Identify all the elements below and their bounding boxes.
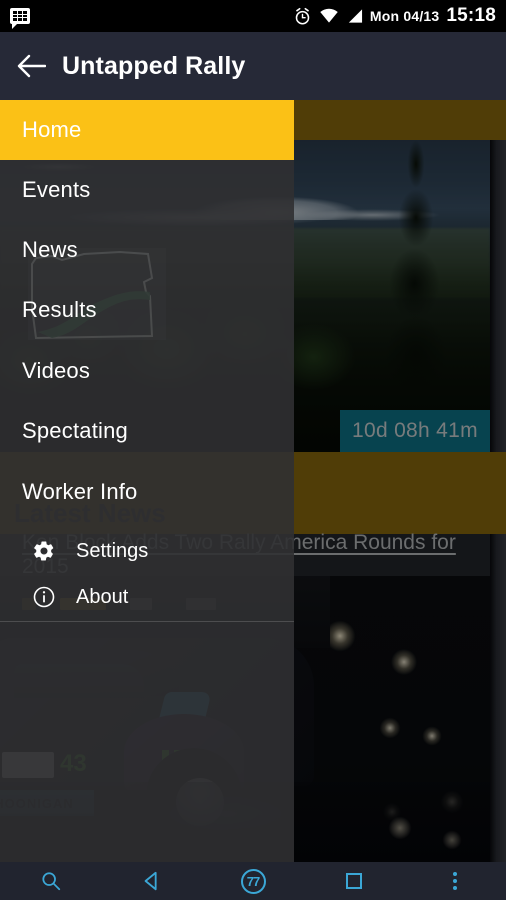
home-button-badge: 77 [240,868,266,894]
sidebar-item-results[interactable]: Results [0,280,294,340]
sidebar-item-label: Spectating [22,418,128,443]
sidebar-item-worker-info[interactable]: Worker Info [0,462,294,522]
sidebar-item-news[interactable]: News [0,220,294,280]
app-bar: Untapped Rally [0,32,506,100]
sidebar-item-settings[interactable]: Settings [0,528,294,574]
sidebar-subitem-label: Settings [76,539,149,562]
back-arrow-icon[interactable] [0,32,62,100]
sidebar-item-label: Results [22,297,97,322]
sidebar-item-videos[interactable]: Videos [0,341,294,401]
navigation-drawer: Home Events News Results Videos Spectati… [0,100,294,862]
recents-square [346,873,363,889]
page-title: Untapped Rally [62,51,246,80]
recents-icon[interactable] [304,862,405,900]
gear-icon [30,537,58,565]
back-icon[interactable] [101,862,202,900]
home-icon[interactable]: 77 [202,862,303,900]
phone-screen: 10d 08h 41m Latest News Ken Block Adds T… [0,0,506,900]
sidebar-item-label: Home [22,117,82,142]
status-time: 15:18 [446,5,496,26]
status-bar-indicators: Mon 04/13 15:18 [293,5,496,27]
info-icon [30,583,58,611]
sidebar-item-label: Worker Info [22,479,138,504]
drawer-divider [0,621,294,622]
alarm-clock-icon [295,7,310,24]
status-date: Mon 04/13 [369,8,440,24]
overflow-dots [453,872,458,890]
sidebar-item-label: Events [22,177,91,202]
status-bar: Mon 04/13 15:18 [0,0,506,32]
sidebar-item-spectating[interactable]: Spectating [0,401,294,461]
sidebar-item-about[interactable]: About [0,574,294,620]
sidebar-item-home[interactable]: Home [0,100,294,160]
overflow-icon[interactable] [405,862,506,900]
sidebar-item-label: Videos [22,358,91,383]
bbm-icon-dots [13,11,27,21]
bbm-message-icon [10,8,30,29]
cellular-signal-icon [348,9,362,23]
wifi-icon [320,8,338,23]
sidebar-item-events[interactable]: Events [0,160,294,220]
system-navigation-bar: 77 [0,862,506,900]
sidebar-subitem-label: About [76,585,129,608]
search-icon[interactable] [0,862,101,900]
status-bar-notifications [10,8,30,29]
sidebar-item-label: News [22,237,78,262]
